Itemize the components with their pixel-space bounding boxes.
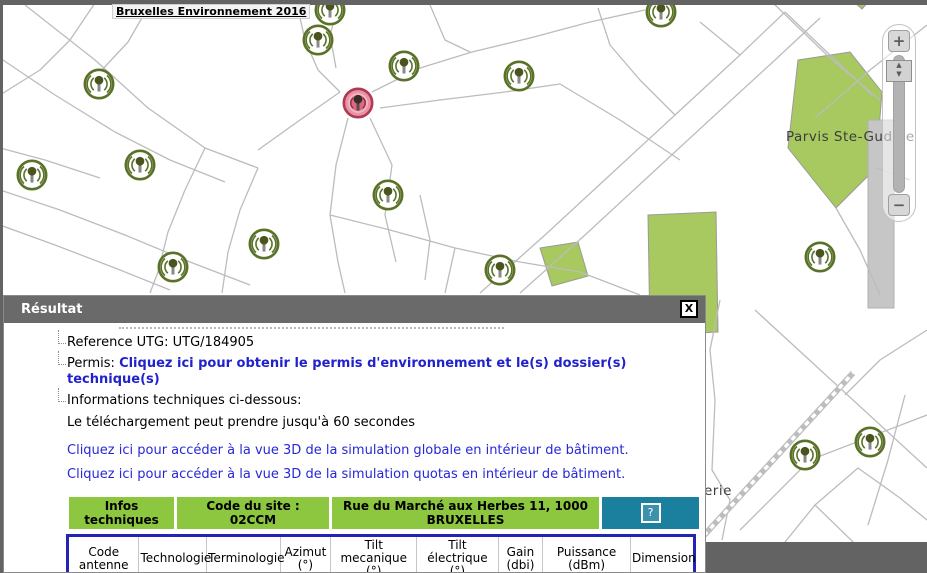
close-icon[interactable]: X	[680, 300, 698, 318]
antenna-site-marker[interactable]	[505, 62, 533, 90]
column-header: Technologie	[139, 536, 207, 573]
result-tree: Reference UTG: UTG/184905 Permis: Clique…	[67, 335, 705, 409]
park-areas	[540, 0, 882, 335]
column-header: Puissance (dBm)	[543, 536, 631, 573]
column-header: Dimension	[630, 536, 694, 573]
antenna-site-marker[interactable]	[486, 256, 514, 284]
links-3d: Cliquez ici pour accéder à la vue 3D de …	[4, 443, 705, 483]
tree-item-permis: Permis: Cliquez ici pour obtenir le perm…	[67, 356, 705, 388]
antenna-site-marker[interactable]	[159, 253, 187, 281]
site-header-cell: Rue du Marché aux Herbes 11, 1000 BRUXEL…	[332, 497, 599, 529]
antenna-site-marker[interactable]	[250, 230, 278, 258]
antenna-site-marker[interactable]	[374, 181, 402, 209]
antenna-site-marker[interactable]	[791, 441, 819, 469]
site-header-cell: Infos techniques	[69, 497, 174, 529]
view-3d-link[interactable]: Cliquez ici pour accéder à la vue 3D de …	[67, 443, 705, 459]
permis-label: Permis:	[67, 356, 115, 371]
tree-item-informations: Informations techniques ci-dessous:	[67, 393, 705, 409]
antenna-site-marker[interactable]	[85, 70, 113, 98]
slider-down-arrow-icon: ▼	[887, 70, 911, 79]
site-info-header: Infos techniquesCode du site : 02CCMRue …	[69, 497, 699, 529]
help-cell: ?	[602, 497, 699, 529]
antenna-table-header-row: Code antenneTechnologieTerminologieAzimu…	[68, 536, 695, 573]
result-panel: Résultat X Reference UTG: UTG/184905 Per…	[3, 295, 706, 573]
column-header: Azimut (°)	[280, 536, 331, 573]
reference-utg-text: Reference UTG: UTG/184905	[67, 335, 254, 350]
tree-guide	[58, 388, 66, 402]
tree-item-reference: Reference UTG: UTG/184905	[67, 335, 705, 351]
selected-antenna-marker[interactable]	[344, 89, 372, 117]
result-panel-titlebar: Résultat X	[4, 296, 705, 323]
column-header: Terminologie	[207, 536, 280, 573]
column-header: Tilt mecanique (°)	[331, 536, 417, 573]
antenna-site-marker[interactable]	[390, 52, 418, 80]
download-note: Le téléchargement peut prendre jusqu'à 6…	[67, 415, 705, 431]
column-header: Gain (dbi)	[498, 536, 543, 573]
informations-text: Informations techniques ci-dessous:	[67, 393, 301, 408]
slider-up-arrow-icon: ▲	[887, 61, 911, 70]
site-header-cell: Code du site : 02CCM	[177, 497, 329, 529]
result-panel-body: Reference UTG: UTG/184905 Permis: Clique…	[4, 327, 705, 573]
tree-guide	[58, 330, 66, 344]
column-header: Code antenne	[68, 536, 139, 573]
column-header: Tilt électrique (°)	[417, 536, 499, 573]
railway-line	[697, 373, 853, 543]
view-3d-link[interactable]: Cliquez ici pour accéder à la vue 3D de …	[67, 467, 705, 483]
map-attribution: Bruxelles Environnement 2016	[112, 4, 310, 19]
antenna-table: Code antenneTechnologieTerminologieAzimu…	[66, 534, 696, 573]
tree-guide	[58, 351, 66, 365]
help-icon[interactable]: ?	[641, 503, 661, 523]
panel-title: Résultat	[21, 302, 82, 317]
zoom-out-button[interactable]: −	[888, 194, 910, 216]
antenna-site-marker[interactable]	[18, 161, 46, 189]
zoom-in-button[interactable]: +	[888, 30, 910, 52]
antenna-site-marker[interactable]	[126, 151, 154, 179]
permis-document-link[interactable]: Cliquez ici pour obtenir le permis d'env…	[67, 356, 626, 387]
antenna-site-marker[interactable]	[304, 26, 332, 54]
antenna-site-marker[interactable]	[856, 428, 884, 456]
zoom-slider-handle[interactable]: ▲ ▼	[886, 60, 912, 82]
map-zoom-control: + ▲ ▼ −	[882, 24, 916, 222]
clipped-text-remnant	[119, 327, 504, 329]
antenna-site-marker[interactable]	[806, 243, 834, 271]
